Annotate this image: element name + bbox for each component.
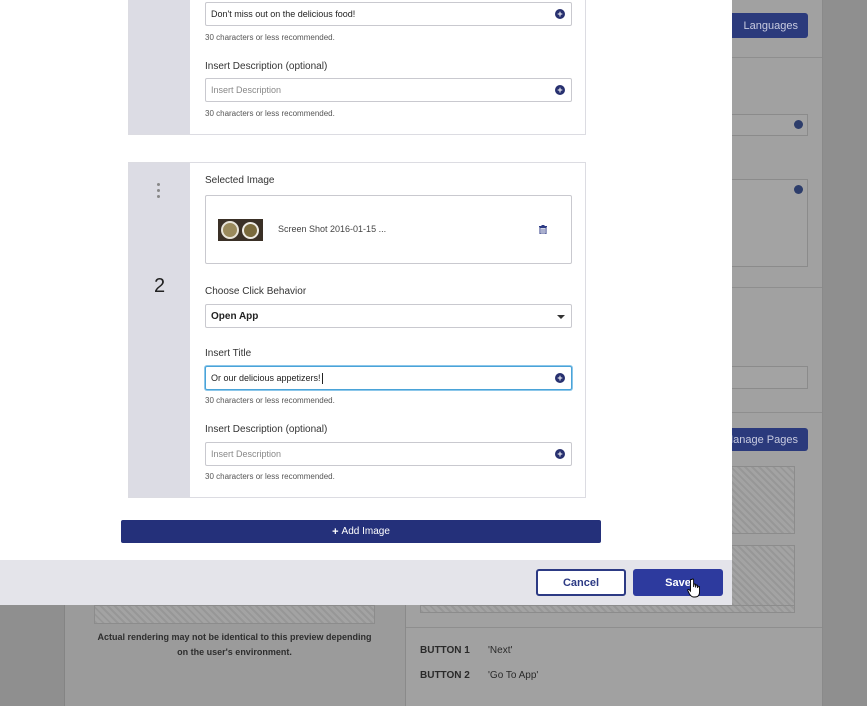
slide-card-1: Don't miss out on the delicious food! + …: [128, 0, 586, 135]
bg-select: [731, 366, 808, 389]
page-thumbnail: [731, 466, 795, 534]
cancel-button[interactable]: Cancel: [536, 569, 626, 596]
slide-rail: 2: [129, 163, 190, 497]
plus-icon: +: [332, 525, 339, 538]
slide-rail: [129, 0, 190, 134]
add-image-label: Add Image: [341, 526, 390, 537]
plus-icon[interactable]: +: [555, 449, 565, 459]
button-1-row: BUTTON 1 'Next': [420, 645, 512, 656]
click-behavior-select[interactable]: Open App: [205, 304, 572, 328]
image-slides-modal: Don't miss out on the delicious food! + …: [0, 0, 732, 605]
hand-cursor-icon: [687, 578, 700, 598]
title-hint: 30 characters or less recommended.: [205, 396, 335, 405]
description-label: Insert Description (optional): [205, 61, 328, 72]
drag-handle-icon[interactable]: [157, 183, 161, 198]
plus-icon[interactable]: +: [555, 9, 565, 19]
title-value: Don't miss out on the delicious food!: [211, 9, 356, 19]
description-hint: 30 characters or less recommended.: [205, 472, 335, 481]
click-behavior-label: Choose Click Behavior: [205, 286, 307, 297]
plus-icon: [794, 185, 803, 194]
save-button[interactable]: Save: [633, 569, 723, 596]
selected-image-label: Selected Image: [205, 175, 275, 186]
button-key: BUTTON 1: [420, 645, 470, 656]
plus-icon[interactable]: +: [555, 373, 565, 383]
slide-number: 2: [153, 275, 166, 297]
button-value: 'Go To App': [488, 670, 539, 681]
divider: [406, 627, 822, 628]
description-placeholder: Insert Description: [211, 85, 282, 95]
preview-caption: Actual rendering may not be identical to…: [97, 632, 372, 657]
title-label: Insert Title: [205, 348, 252, 359]
chevron-down-icon: [557, 315, 565, 319]
title-input[interactable]: Don't miss out on the delicious food! +: [205, 2, 572, 26]
slide-card-2: 2 Selected Image Screen Shot 2016-01-15 …: [128, 162, 586, 498]
button-key: BUTTON 2: [420, 670, 470, 681]
description-placeholder: Insert Description: [211, 449, 282, 459]
description-hint: 30 characters or less recommended.: [205, 109, 335, 118]
plus-icon[interactable]: +: [555, 85, 565, 95]
image-thumbnail: [218, 219, 263, 241]
trash-icon[interactable]: [539, 225, 547, 234]
file-name: Screen Shot 2016-01-15 ...: [278, 224, 387, 234]
preview-area: [420, 605, 795, 613]
text-caret: [321, 372, 323, 384]
title-hint: 30 characters or less recommended.: [205, 33, 335, 42]
add-image-button[interactable]: + Add Image: [121, 520, 601, 543]
title-value: Or our delicious appetizers!: [211, 373, 321, 383]
button-value: 'Next': [488, 645, 513, 656]
description-input[interactable]: Insert Description +: [205, 78, 572, 102]
page-thumbnail: [731, 545, 795, 613]
preview-area: [94, 605, 375, 624]
selected-image-box: Screen Shot 2016-01-15 ...: [205, 195, 572, 264]
click-behavior-value: Open App: [211, 310, 259, 322]
button-2-row: BUTTON 2 'Go To App': [420, 670, 538, 681]
plus-icon: [794, 120, 803, 129]
title-input[interactable]: Or our delicious appetizers! +: [205, 366, 572, 390]
description-input[interactable]: Insert Description +: [205, 442, 572, 466]
description-label: Insert Description (optional): [205, 424, 328, 435]
